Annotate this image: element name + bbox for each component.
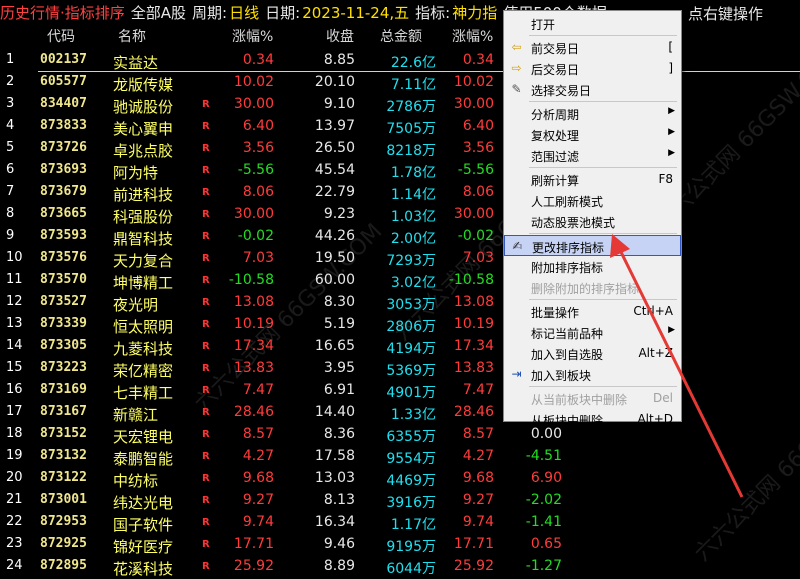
annotation-arrow (610, 234, 744, 498)
